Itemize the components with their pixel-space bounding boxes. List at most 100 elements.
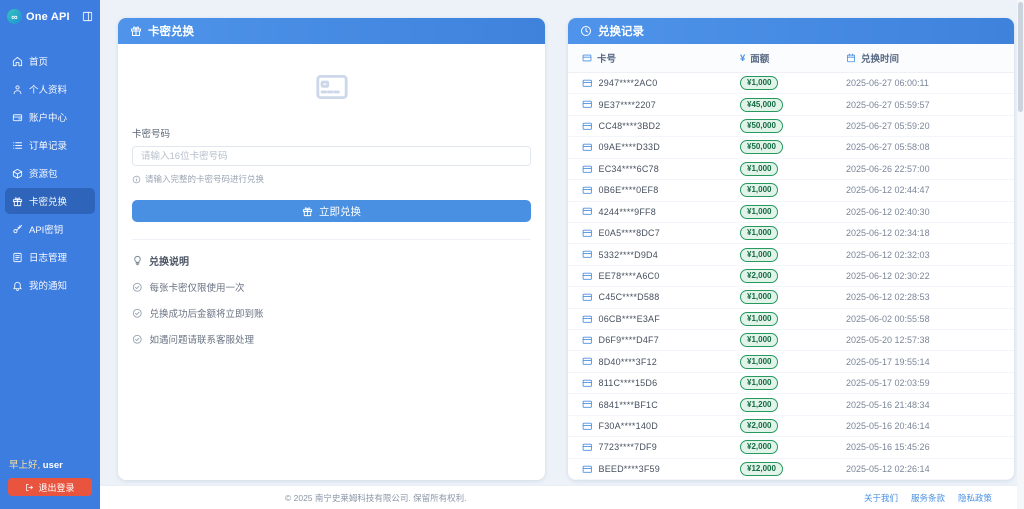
time-cell: 2025-06-12 02:40:30 [846,207,1000,217]
sidebar-item-label: 账户中心 [29,110,67,124]
table-row: 0B6E****0EF8 ¥1,000 2025-06-12 02:44:47 [568,180,1014,201]
card-icon [582,292,593,303]
sidebar-item[interactable]: 卡密兑换 [5,188,95,214]
time-cell: 2025-06-12 02:34:18 [846,228,1000,238]
redeem-panel-title: 卡密兑换 [148,23,194,39]
records-panel-title: 兑换记录 [598,23,644,39]
table-row: 2947****2AC0 ¥1,000 2025-06-27 06:00:11 [568,73,1014,94]
table-row: BEED****3F59 ¥12,000 2025-05-12 02:26:14 [568,459,1014,480]
sidebar-item[interactable]: API密钥 [5,216,95,242]
amount-cell: ¥1,000 [740,162,846,176]
card-code-input[interactable] [132,146,531,166]
time-cell: 2025-05-17 19:55:14 [846,357,1000,367]
sidebar-item[interactable]: 个人资料 [5,76,95,102]
amount-badge: ¥1,000 [740,205,778,219]
redeem-panel-body: 卡密号码 请输入完整的卡密号码进行兑换 立即兑换 兑换说明 每张卡密 [118,44,545,346]
amount-badge: ¥12,000 [740,462,783,476]
card-icon [582,99,593,110]
yen-icon: ¥ [740,53,745,64]
sidebar-item[interactable]: 资源包 [5,160,95,186]
amount-cell: ¥2,000 [740,440,846,454]
card-icon [582,464,593,475]
amount-badge: ¥45,000 [740,98,783,112]
main-content: 卡密兑换 卡密号码 请输入完整的卡密号码进行兑换 立即兑换 兑换说明 [100,0,1024,485]
card-code-label: 卡密号码 [132,126,531,140]
instructions-list: 每张卡密仅限使用一次 兑换成功后金额将立即到账 如遇问题请联系客服处理 [132,280,531,346]
footer-link[interactable]: 关于我们 [864,492,898,504]
card-icon [582,356,593,367]
instruction-item: 兑换成功后金额将立即到账 [132,306,531,320]
amount-badge: ¥2,000 [740,440,778,454]
check-circle-icon [132,308,143,319]
time-cell: 2025-06-12 02:44:47 [846,185,1000,195]
time-cell: 2025-06-26 22:57:00 [846,164,1000,174]
table-row: CC48****3BD2 ¥50,000 2025-06-27 05:59:20 [568,116,1014,137]
sidebar-item[interactable]: 账户中心 [5,104,95,130]
card-number-cell: BEED****3F59 [582,464,740,475]
card-number-cell: 09AE****D33D [582,142,740,153]
card-number-cell: 06CB****E3AF [582,314,740,325]
sidebar-item-label: API密钥 [29,222,63,236]
footer-link[interactable]: 服务条款 [911,492,945,504]
sidebar-item[interactable]: 首页 [5,48,95,74]
amount-cell: ¥1,000 [740,76,846,90]
calendar-icon [846,53,856,63]
card-number-cell: C45C****D588 [582,292,740,303]
records-panel-header: 兑换记录 [568,18,1014,44]
card-icon [582,249,593,260]
card-number-cell: D6F9****D4F7 [582,335,740,346]
instruction-text: 兑换成功后金额将立即到账 [150,306,264,320]
card-icon [582,78,593,89]
clock-icon [580,25,592,37]
username: user [43,460,63,471]
table-row: 7723****7DF9 ¥2,000 2025-05-16 15:45:26 [568,437,1014,458]
card-icon [582,271,593,282]
bulb-icon [132,255,143,266]
card-number-cell: 9E37****2207 [582,99,740,110]
records-table-header: 卡号 ¥ 面额 兑换时间 [568,44,1014,73]
credit-card-illustration-icon [132,54,531,110]
check-circle-icon [132,334,143,345]
collapse-sidebar-icon[interactable] [82,11,93,22]
divider [132,239,531,240]
table-row: 9E37****2207 ¥45,000 2025-06-27 05:59:57 [568,94,1014,115]
sidebar-item-label: 首页 [29,54,48,68]
card-number-cell: 8D40****3F12 [582,356,740,367]
card-icon [582,314,593,325]
redeem-panel: 卡密兑换 卡密号码 请输入完整的卡密号码进行兑换 立即兑换 兑换说明 [118,18,545,480]
footer-link[interactable]: 隐私政策 [958,492,992,504]
amount-cell: ¥45,000 [740,98,846,112]
footer: © 2025 南宁史莱姆科技有限公司. 保留所有权利. 关于我们 服务条款 隐私… [100,485,1024,509]
user-icon [12,84,23,95]
time-cell: 2025-06-02 00:55:58 [846,314,1000,324]
sidebar-item[interactable]: 订单记录 [5,132,95,158]
copyright-text: © 2025 南宁史莱姆科技有限公司. 保留所有权利. [285,492,466,504]
scrollbar-thumb[interactable] [1018,2,1023,112]
sidebar-item[interactable]: 我的通知 [5,272,95,298]
footer-links: 关于我们 服务条款 隐私政策 [864,492,992,504]
card-number-cell: 5332****D9D4 [582,249,740,260]
card-icon [582,442,593,453]
card-icon [582,399,593,410]
table-row: 8D40****3F12 ¥1,000 2025-05-17 19:55:14 [568,351,1014,372]
logout-button[interactable]: 退出登录 [8,478,92,496]
amount-cell: ¥1,000 [740,333,846,347]
amount-cell: ¥1,000 [740,355,846,369]
redeem-submit-button[interactable]: 立即兑换 [132,200,531,222]
page-scrollbar[interactable] [1017,0,1024,509]
table-row: 09AE****D33D ¥50,000 2025-06-27 05:58:08 [568,137,1014,158]
column-card-number: 卡号 [582,51,740,65]
instruction-text: 每张卡密仅限使用一次 [150,280,245,294]
card-number-cell: CC48****3BD2 [582,121,740,132]
amount-badge: ¥2,000 [740,269,778,283]
instruction-item: 如遇问题请联系客服处理 [132,332,531,346]
sidebar-item-label: 我的通知 [29,278,67,292]
sidebar-item[interactable]: 日志管理 [5,244,95,270]
time-cell: 2025-06-27 05:59:20 [846,121,1000,131]
greeting-prefix: 早上好, [9,460,40,471]
time-cell: 2025-05-12 02:26:14 [846,464,1000,474]
amount-badge: ¥1,000 [740,76,778,90]
card-number-cell: 2947****2AC0 [582,78,740,89]
time-cell: 2025-05-20 12:57:38 [846,335,1000,345]
table-row: F30A****140D ¥2,000 2025-05-16 20:46:14 [568,416,1014,437]
